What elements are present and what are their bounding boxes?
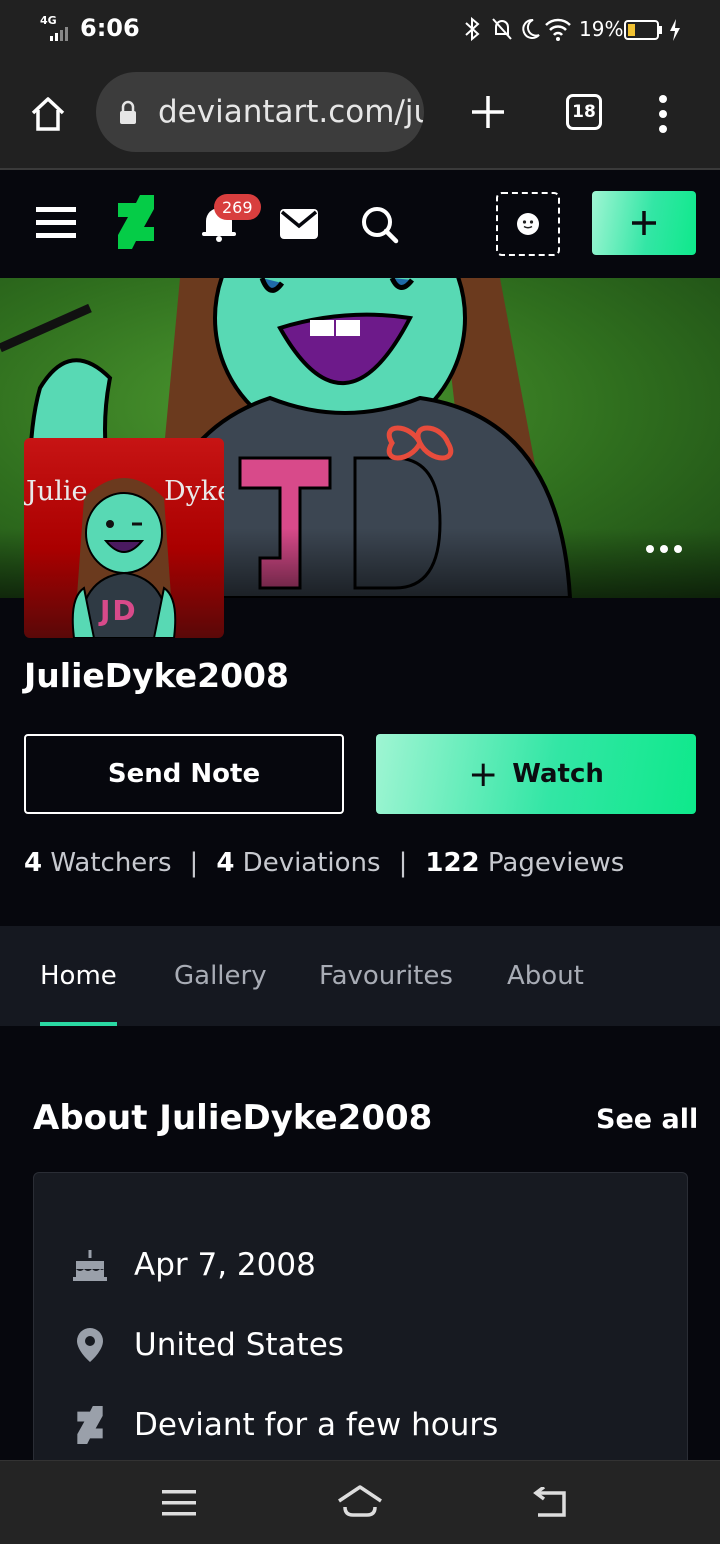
browser-toolbar: deviantart.com/ju 18 xyxy=(0,58,720,170)
recent-apps-icon[interactable] xyxy=(162,1488,198,1522)
cake-icon xyxy=(70,1245,110,1285)
about-section-title: About JulieDyke2008 xyxy=(33,1098,433,1138)
search-icon[interactable] xyxy=(360,205,400,249)
tab-count: 18 xyxy=(572,102,596,122)
plus-icon xyxy=(632,211,656,235)
deviations-label[interactable]: Deviations xyxy=(243,848,381,878)
tab-home[interactable]: Home xyxy=(40,926,117,1026)
profile-options-icon[interactable] xyxy=(644,540,684,559)
location-row: United States xyxy=(70,1325,344,1365)
mute-icon xyxy=(490,16,514,46)
deviations-count: 4 xyxy=(216,848,235,878)
tab-favourites[interactable]: Favourites xyxy=(319,926,453,1026)
url-text: deviantart.com/ju xyxy=(158,94,424,130)
join-date-row: Apr 7, 2008 xyxy=(70,1245,316,1285)
tab-home-label: Home xyxy=(40,961,117,991)
tab-gallery[interactable]: Gallery xyxy=(174,926,267,1026)
about-card: Apr 7, 2008 United States Deviant for a … xyxy=(33,1172,688,1492)
smiley-icon xyxy=(517,213,539,235)
mail-icon[interactable] xyxy=(280,209,318,243)
send-note-button[interactable]: Send Note xyxy=(24,734,344,814)
home-icon[interactable] xyxy=(28,94,68,138)
profile-avatar[interactable]: Julie Dyke JD xyxy=(24,438,224,638)
avatar-text-left: Julie xyxy=(26,476,88,507)
lock-icon xyxy=(118,98,138,134)
join-date: Apr 7, 2008 xyxy=(134,1247,316,1283)
clock: 6:06 xyxy=(80,14,140,42)
separator: | xyxy=(189,848,199,878)
wifi-icon xyxy=(544,16,572,46)
watchers-label[interactable]: Watchers xyxy=(50,848,171,878)
deviantart-logo-icon[interactable] xyxy=(118,195,154,253)
deviant-age-row: Deviant for a few hours xyxy=(70,1405,498,1445)
more-menu-icon[interactable] xyxy=(656,94,670,138)
notification-count: 269 xyxy=(222,197,253,217)
submit-button[interactable] xyxy=(592,191,696,255)
profile-stats: 4 Watchers | 4 Deviations | 122 Pageviews xyxy=(24,848,624,878)
watchers-count: 4 xyxy=(24,848,43,878)
tab-gallery-label: Gallery xyxy=(174,961,267,991)
charging-bolt-icon xyxy=(668,18,682,46)
deviantart-header: 269 xyxy=(0,171,720,278)
profile-tabs: Home Gallery Favourites About xyxy=(0,926,720,1026)
bluetooth-icon xyxy=(460,16,486,46)
signal-icon xyxy=(50,26,72,41)
notification-badge: 269 xyxy=(214,194,261,220)
back-icon[interactable] xyxy=(530,1485,570,1523)
hamburger-menu-icon[interactable] xyxy=(36,205,78,245)
new-tab-icon[interactable] xyxy=(468,92,508,136)
avatar-shirt-text: JD xyxy=(100,594,138,627)
tab-about-label: About xyxy=(507,961,584,991)
separator: | xyxy=(398,848,408,878)
watch-button[interactable]: + Watch xyxy=(376,734,696,814)
tab-switcher-button[interactable]: 18 xyxy=(566,94,602,130)
dnd-moon-icon xyxy=(518,16,542,46)
user-avatar-button[interactable] xyxy=(496,192,560,256)
plus-icon: + xyxy=(468,753,499,795)
location-pin-icon xyxy=(70,1325,110,1365)
deviantart-logo-icon xyxy=(70,1405,110,1445)
tab-about[interactable]: About xyxy=(507,926,584,1026)
deviant-age: Deviant for a few hours xyxy=(134,1407,499,1443)
battery-percent: 19% xyxy=(579,17,624,41)
battery-icon xyxy=(624,19,664,45)
location: United States xyxy=(134,1327,344,1363)
username: JulieDyke2008 xyxy=(24,656,289,695)
pageviews-label: Pageviews xyxy=(487,848,625,878)
avatar-text-right: Dyke xyxy=(164,476,224,507)
system-home-icon[interactable] xyxy=(336,1483,384,1523)
tab-favourites-label: Favourites xyxy=(319,961,453,991)
active-tab-indicator xyxy=(40,1022,117,1026)
pageviews-count: 122 xyxy=(425,848,480,878)
see-all-link[interactable]: See all xyxy=(596,1104,698,1135)
watch-label: Watch xyxy=(512,759,604,789)
send-note-label: Send Note xyxy=(107,759,261,789)
status-bar: 4G 6:06 19% xyxy=(0,0,720,58)
address-bar[interactable]: deviantart.com/ju xyxy=(96,72,424,152)
system-navigation-bar xyxy=(0,1460,720,1544)
